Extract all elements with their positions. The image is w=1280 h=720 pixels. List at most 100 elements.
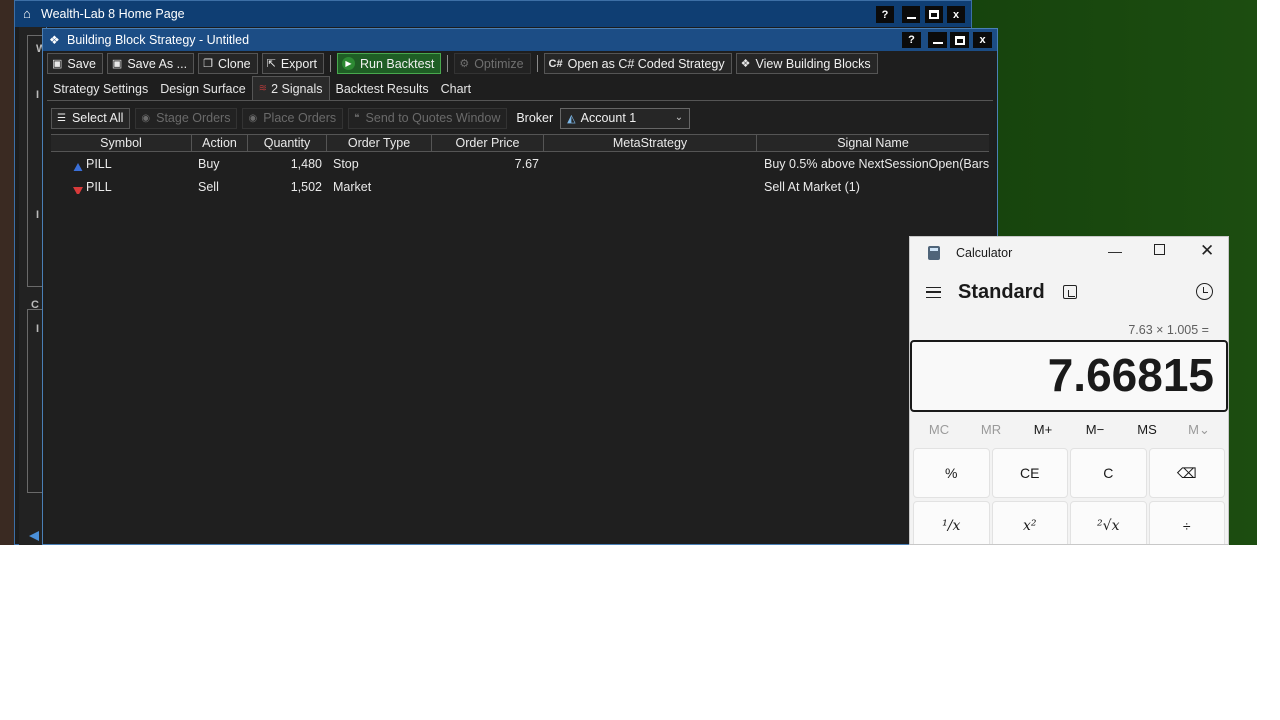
memory-list-button[interactable]: M⌄ — [1173, 420, 1225, 440]
cell-order-type: Market — [333, 179, 372, 194]
optimize-button[interactable]: ⚙ Optimize — [454, 53, 531, 74]
run-backtest-button[interactable]: ▶ Run Backtest — [336, 53, 442, 74]
building-blocks-icon: ❖ — [49, 33, 60, 47]
cell-quantity: 1,480 — [290, 156, 322, 171]
cell-quantity: 1,502 — [290, 179, 322, 194]
help-button[interactable]: ? — [902, 32, 921, 48]
home-title-bar[interactable]: ⌂ Wealth-Lab 8 Home Page ? x — [15, 1, 971, 27]
quote-icon: ❝ — [354, 112, 360, 124]
column-header-action[interactable]: Action — [192, 135, 248, 151]
save-as-button[interactable]: ▣ Save As ... — [106, 53, 195, 74]
home-icon: ⌂ — [23, 6, 31, 21]
memory-store-button[interactable]: MS — [1121, 420, 1173, 440]
clear-key[interactable]: C — [1070, 448, 1147, 498]
cell-action: Sell — [198, 179, 219, 194]
tab-signals[interactable]: ≋ 2 Signals — [251, 76, 330, 100]
cell-signal-name: Sell At Market (1) — [764, 179, 860, 194]
calculator-title-bar[interactable]: Calculator — ✕ — [910, 237, 1228, 268]
sell-arrow-icon — [73, 186, 83, 194]
side-panel-box — [27, 35, 43, 287]
table-row[interactable]: PILL Buy 1,480 Stop 7.67 Buy 0.5% above … — [51, 152, 989, 175]
column-header-metastrategy[interactable]: MetaStrategy — [544, 135, 757, 151]
strategy-window[interactable]: ❖ Building Block Strategy - Untitled ? x… — [42, 28, 998, 545]
memory-recall-button[interactable]: MR — [965, 420, 1017, 440]
home-window-title: Wealth-Lab 8 Home Page — [41, 7, 185, 21]
memory-clear-button[interactable]: MC — [913, 420, 965, 440]
play-circle-icon: ◉ — [248, 112, 258, 124]
keep-on-top-icon[interactable] — [1062, 285, 1077, 299]
building-blocks-icon: ❖ — [740, 58, 751, 70]
close-button[interactable]: ✕ — [1200, 241, 1214, 261]
help-button[interactable]: ? — [876, 6, 894, 23]
copy-icon: ❐ — [203, 58, 213, 70]
buy-arrow-icon — [73, 162, 83, 171]
divide-key[interactable]: ÷ — [1148, 501, 1225, 544]
column-header-signal-name[interactable]: Signal Name — [757, 135, 989, 151]
strategy-title-bar[interactable]: ❖ Building Block Strategy - Untitled ? x — [43, 29, 997, 51]
percent-key[interactable]: % — [913, 448, 990, 498]
cell-order-type: Stop — [333, 156, 359, 171]
calculator-title: Calculator — [956, 245, 1013, 260]
column-header-order-type[interactable]: Order Type — [327, 135, 432, 151]
stage-orders-button[interactable]: ◉ Stage Orders — [135, 107, 238, 129]
tab-strategy-settings[interactable]: Strategy Settings — [47, 78, 154, 100]
side-panel-box — [27, 309, 43, 493]
square-root-key[interactable]: ²√x — [1070, 501, 1147, 544]
close-button[interactable]: x — [947, 6, 965, 23]
close-button[interactable]: x — [973, 32, 992, 48]
table-row[interactable]: PILL Sell 1,502 Market Sell At Market (1… — [51, 175, 989, 198]
clone-button[interactable]: ❐ Clone — [198, 53, 258, 74]
key-row: ¹/x x² ²√x ÷ — [913, 501, 1225, 544]
reciprocal-key[interactable]: ¹/x — [913, 501, 990, 544]
toolbar-separator — [536, 55, 538, 72]
maximize-button[interactable] — [925, 6, 943, 23]
minimize-button[interactable]: — — [1108, 243, 1122, 259]
minimize-button[interactable] — [902, 6, 920, 23]
column-header-quantity[interactable]: Quantity — [248, 135, 327, 151]
calculator-app-icon — [928, 245, 940, 260]
memory-add-button[interactable]: M+ — [1017, 420, 1069, 440]
send-to-quotes-button[interactable]: ❝ Send to Quotes Window — [348, 107, 508, 129]
cell-signal-name: Buy 0.5% above NextSessionOpen(Bars) — [764, 156, 989, 171]
square-key[interactable]: x² — [991, 501, 1068, 544]
memory-subtract-button[interactable]: M− — [1069, 420, 1121, 440]
open-csharp-button[interactable]: C# Open as C# Coded Strategy — [543, 53, 732, 74]
tab-backtest-results[interactable]: Backtest Results — [330, 78, 435, 100]
calculator-expression: 7.63 × 1.005 = — [1128, 323, 1209, 337]
broker-label: Broker — [516, 111, 554, 125]
place-orders-button[interactable]: ◉ Place Orders — [242, 107, 344, 129]
calculator-display: 7.66815 — [910, 340, 1228, 412]
signal-icon: ≋ — [258, 83, 268, 94]
side-fragment: I — [36, 323, 40, 335]
csharp-icon: C# — [548, 57, 563, 70]
key-row: % CE C ⌫ — [913, 448, 1225, 498]
view-building-blocks-button[interactable]: ❖ View Building Blocks — [735, 53, 878, 74]
hamburger-menu-icon[interactable] — [926, 286, 941, 298]
strategy-window-title: Building Block Strategy - Untitled — [67, 33, 250, 47]
tab-design-surface[interactable]: Design Surface — [154, 78, 251, 100]
save-button[interactable]: ▣ Save — [47, 53, 103, 74]
play-circle-icon: ◉ — [141, 112, 151, 124]
cell-symbol: PILL — [51, 157, 192, 171]
column-header-order-price[interactable]: Order Price — [432, 135, 544, 151]
clear-entry-key[interactable]: CE — [991, 448, 1068, 498]
gears-icon: ⚙ — [459, 58, 470, 70]
column-header-symbol[interactable]: Symbol — [51, 135, 192, 151]
export-button[interactable]: ⇱ Export — [261, 53, 324, 74]
list-icon: ☰ — [57, 112, 66, 124]
calculator-mode: Standard — [958, 280, 1045, 303]
chevron-down-icon: ⌄ — [674, 111, 684, 123]
calculator-window[interactable]: Calculator — ✕ Standard 7.63 × 1.005 = 7… — [909, 236, 1229, 545]
tab-chart[interactable]: Chart — [435, 78, 478, 100]
play-icon: ▶ — [341, 57, 355, 70]
maximize-button[interactable] — [1154, 244, 1165, 255]
maximize-button[interactable] — [950, 32, 969, 48]
floppy-icon: ▣ — [111, 58, 123, 70]
select-all-button[interactable]: ☰ Select All — [51, 107, 131, 129]
minimize-button[interactable] — [928, 32, 947, 48]
broker-account-select[interactable]: ◭ Account 1 ⌄ — [560, 107, 691, 129]
arrow-left-icon[interactable] — [29, 531, 39, 541]
backspace-key[interactable]: ⌫ — [1148, 448, 1225, 498]
history-icon[interactable] — [1196, 283, 1213, 300]
strategy-toolbar: ▣ Save ▣ Save As ... ❐ Clone ⇱ Export ▶ Run B… — [47, 53, 878, 74]
